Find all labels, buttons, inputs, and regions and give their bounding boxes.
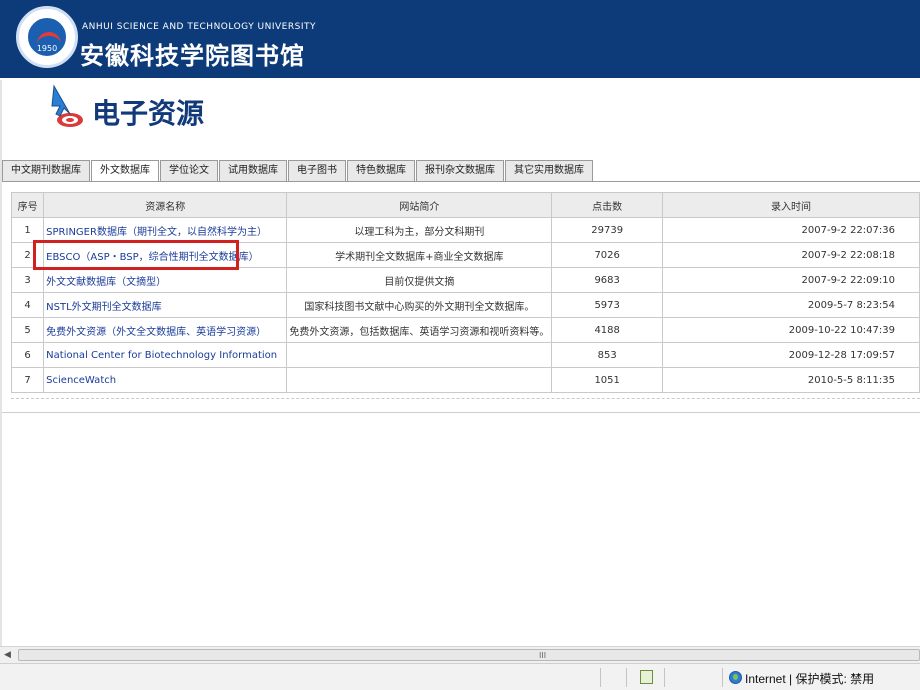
entry-date: 2010-5-5 8:11:35	[661, 367, 920, 393]
security-zone-text[interactable]: Internet | 保护模式: 禁用	[745, 670, 874, 687]
hit-count: 7026	[551, 242, 663, 268]
row-number: 4	[10, 292, 45, 318]
tab-2[interactable]: 学位论文	[160, 160, 218, 181]
table-row: 3 外文文献数据库（文摘型） 目前仅提供文摘 9683 2007-9-2 22:09:1…	[10, 267, 920, 293]
resource-link[interactable]: SPRINGER数据库（期刊全文，以自然科学为主）	[46, 227, 267, 238]
resource-desc: 免费外文资源，包括数据库、英语学习资源和视听资料等。	[286, 317, 553, 343]
resource-desc	[286, 367, 553, 393]
page-title: 电子资源	[92, 97, 205, 130]
hit-count: 4188	[551, 317, 663, 343]
resource-link[interactable]: 免费外文资源（外文全文数据库、英语学习资源）	[46, 327, 266, 338]
resource-desc: 学术期刊全文数据库+商业全文数据库	[286, 242, 553, 268]
table-row: 4 NSTL外文期刊全文数据库 国家科技图书文献中心购买的外文期刊全文数据库。 597…	[10, 292, 920, 318]
hit-count: 29739	[551, 217, 663, 243]
hit-count: 853	[551, 342, 663, 368]
horizontal-scrollbar[interactable]: ◀ III	[0, 646, 920, 663]
col-header-name: 资源名称	[43, 192, 288, 218]
entry-date: 2007-9-2 22:09:10	[661, 267, 920, 293]
scroll-grip: III	[539, 651, 547, 660]
table-row: 6 National Center for Biotechnology Infor…	[10, 342, 920, 368]
resource-table: 序号 资源名称 网站简介 点击数 录入时间 1 SPRINGER数据库（期刊全文，…	[10, 192, 920, 393]
library-name-cn: 安徽科技学院图书馆	[80, 41, 305, 70]
col-header-hits: 点击数	[551, 192, 663, 218]
resource-link[interactable]: NSTL外文期刊全文数据库	[46, 302, 162, 313]
scroll-thumb[interactable]: III	[18, 649, 920, 661]
status-bar: Internet | 保护模式: 禁用	[0, 663, 920, 690]
resource-desc	[286, 342, 553, 368]
tab-1[interactable]: 外文数据库	[91, 160, 159, 182]
university-logo: 1950	[16, 6, 78, 68]
entry-date: 2009-5-7 8:23:54	[661, 292, 920, 318]
hit-count: 1051	[551, 367, 663, 393]
highlight-box	[33, 240, 239, 270]
entry-date: 2007-9-2 22:08:18	[661, 242, 920, 268]
tab-6[interactable]: 报刊杂文数据库	[416, 160, 504, 181]
table-row: 7 ScienceWatch 1051 2010-5-5 8:11:35	[10, 367, 920, 393]
row-number: 5	[10, 317, 45, 343]
col-header-no: 序号	[10, 192, 45, 218]
internet-zone-icon	[729, 671, 742, 684]
tab-3[interactable]: 试用数据库	[219, 160, 287, 181]
category-tabs: 中文期刊数据库 外文数据库 学位论文 试用数据库 电子图书 特色数据库 报刊杂文数据库 其它实…	[2, 160, 594, 182]
table-row: 5 免费外文资源（外文全文数据库、英语学习资源） 免费外文资源，包括数据库、英语学习…	[10, 317, 920, 343]
hit-count: 9683	[551, 267, 663, 293]
page-status-icon[interactable]	[640, 670, 653, 684]
row-number: 3	[10, 267, 45, 293]
resource-link[interactable]: ScienceWatch	[46, 375, 116, 386]
col-header-desc: 网站简介	[286, 192, 553, 218]
entry-date: 2009-10-22 10:47:39	[661, 317, 920, 343]
resource-desc: 目前仅提供文摘	[286, 267, 553, 293]
entry-date: 2009-12-28 17:09:57	[661, 342, 920, 368]
tab-4[interactable]: 电子图书	[288, 160, 346, 181]
tab-0[interactable]: 中文期刊数据库	[2, 160, 90, 181]
tab-5[interactable]: 特色数据库	[347, 160, 415, 181]
library-banner: 1950 ANHUI SCIENCE AND TECHNOLOGY UNIVER…	[0, 0, 920, 78]
tab-7[interactable]: 其它实用数据库	[505, 160, 593, 181]
resource-link[interactable]: 外文文献数据库（文摘型）	[46, 277, 166, 288]
logo-year: 1950	[36, 44, 58, 53]
row-number: 1	[10, 217, 45, 243]
resource-desc: 国家科技图书文献中心购买的外文期刊全文数据库。	[286, 292, 553, 318]
entry-date: 2007-9-2 22:07:36	[661, 217, 920, 243]
resource-desc: 以理工科为主，部分文科期刊	[286, 217, 553, 243]
scroll-left-icon[interactable]: ◀	[4, 650, 11, 660]
table-row: 1 SPRINGER数据库（期刊全文，以自然科学为主） 以理工科为主，部分文科期刊 2…	[10, 217, 920, 243]
table-header-row: 序号 资源名称 网站简介 点击数 录入时间	[10, 192, 920, 218]
hit-count: 5973	[551, 292, 663, 318]
cursor-target-icon	[51, 84, 83, 127]
row-number: 6	[10, 342, 45, 368]
resource-link[interactable]: National Center for Biotechnology Inform…	[46, 350, 277, 361]
row-number: 7	[10, 367, 45, 393]
col-header-date: 录入时间	[661, 192, 920, 218]
university-name-en: ANHUI SCIENCE AND TECHNOLOGY UNIVERSITY	[82, 22, 316, 32]
